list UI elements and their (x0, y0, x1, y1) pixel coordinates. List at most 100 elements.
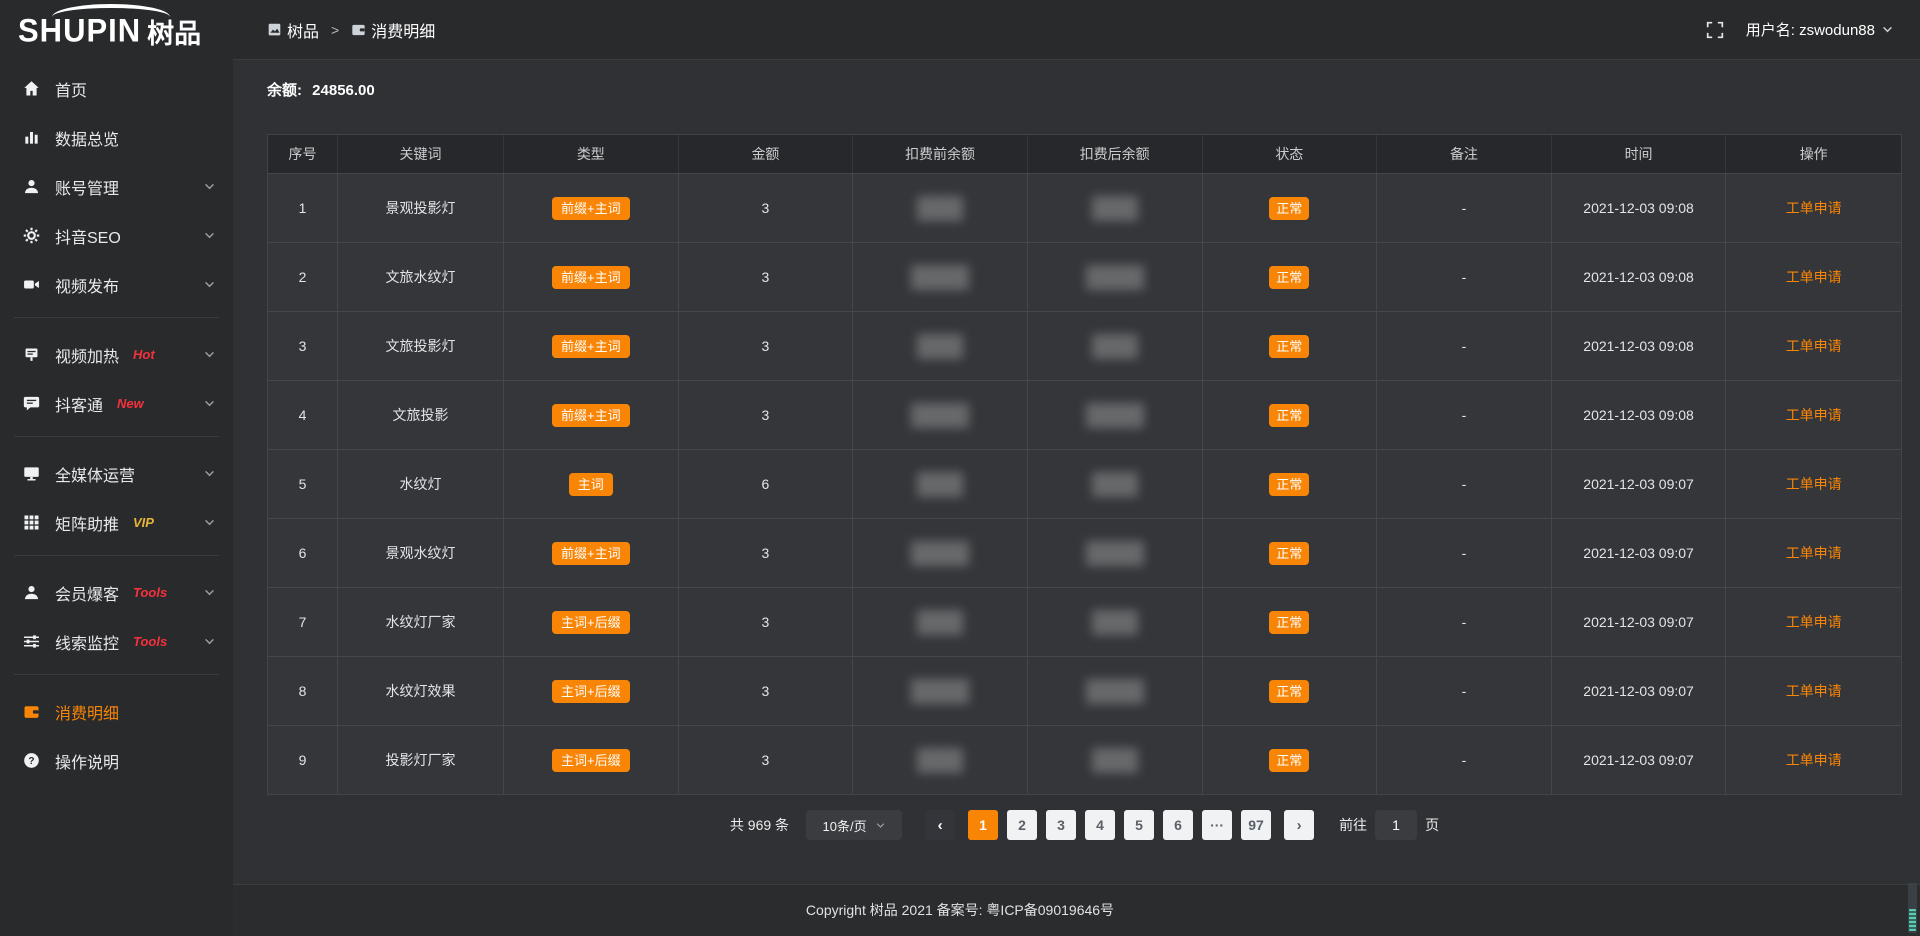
page-button[interactable]: 6 (1163, 810, 1193, 840)
menu-divider (14, 674, 219, 675)
cell-type: 主词+后缀 (504, 726, 679, 794)
top-header: 树品 > 消费明细 用户名: zswodun88 (233, 0, 1920, 60)
sidebar-item[interactable]: 会员爆客 Tools (0, 568, 233, 617)
fullscreen-button[interactable] (1706, 21, 1724, 39)
sidebar-item-label: 账号管理 (55, 175, 119, 199)
cell-keyword: 水纹灯厂家 (338, 588, 504, 656)
work-order-link[interactable]: 工单申请 (1786, 405, 1842, 425)
sidebar-item[interactable]: 抖音SEO (0, 211, 233, 260)
masked-value (917, 610, 963, 635)
masked-value (1086, 679, 1144, 704)
work-order-link[interactable]: 工单申请 (1786, 267, 1842, 287)
sidebar-item[interactable]: 首页 (0, 64, 233, 113)
heat-icon (23, 346, 40, 363)
copyright-text: Copyright 树品 2021 备案号: 粤ICP备09019646号 (806, 900, 1114, 920)
sidebar-item[interactable]: 消费明细 (0, 687, 233, 736)
frame-icon (267, 22, 282, 37)
cell-action: 工单申请 (1726, 312, 1901, 380)
cell-amount: 3 (679, 381, 854, 449)
page-button[interactable]: 3 (1046, 810, 1076, 840)
type-badge: 前缀+主词 (552, 404, 630, 427)
table-body: 1 景观投影灯 前缀+主词 3 正常 - 2 (268, 173, 1901, 794)
cell-balance-before (853, 657, 1028, 725)
table-header-cell: 状态 (1203, 135, 1378, 173)
table-header-cell: 扣费后余额 (1028, 135, 1203, 173)
chevron-down-icon (203, 180, 216, 193)
cell-balance-before (853, 726, 1028, 794)
work-order-link[interactable]: 工单申请 (1786, 336, 1842, 356)
page-button[interactable]: 1 (968, 810, 998, 840)
work-order-link[interactable]: 工单申请 (1786, 612, 1842, 632)
page-button[interactable]: ··· (1202, 810, 1232, 840)
type-badge: 主词 (569, 473, 613, 496)
page-button[interactable]: 5 (1124, 810, 1154, 840)
monitor-icon (23, 465, 40, 482)
masked-value (1092, 748, 1138, 773)
next-page-button[interactable]: › (1284, 810, 1314, 840)
sidebar-item-label: 视频发布 (55, 273, 119, 297)
sidebar-item[interactable]: 线索监控 Tools (0, 617, 233, 666)
table-header-cell: 关键词 (338, 135, 504, 173)
table-row: 2 文旅水纹灯 前缀+主词 3 正常 - 2 (268, 242, 1901, 311)
goto-page-input[interactable] (1375, 810, 1417, 840)
table-row: 3 文旅投影灯 前缀+主词 3 正常 - 2 (268, 311, 1901, 380)
cell-balance-after (1028, 657, 1203, 725)
cell-remark: - (1377, 312, 1552, 380)
sidebar-item[interactable]: 抖客通 New (0, 379, 233, 428)
user-dropdown[interactable]: 用户名: zswodun88 (1746, 19, 1894, 40)
sidebar-item[interactable]: 数据总览 (0, 113, 233, 162)
cell-status: 正常 (1203, 174, 1378, 242)
breadcrumb-current[interactable]: 消费明细 (351, 18, 435, 42)
page-button[interactable]: 2 (1007, 810, 1037, 840)
cell-type: 前缀+主词 (504, 519, 679, 587)
gear-icon (23, 227, 40, 244)
cell-action: 工单申请 (1726, 450, 1901, 518)
breadcrumb-home[interactable]: 树品 (267, 18, 319, 42)
type-badge: 前缀+主词 (552, 335, 630, 358)
prev-page-button[interactable]: ‹ (925, 810, 955, 840)
cell-remark: - (1377, 726, 1552, 794)
masked-value (911, 403, 969, 428)
wallet-icon (23, 703, 40, 720)
status-badge: 正常 (1269, 680, 1309, 703)
scrollbar-thumb[interactable] (1909, 909, 1916, 931)
chevron-down-icon (1881, 23, 1894, 36)
work-order-link[interactable]: 工单申请 (1786, 474, 1842, 494)
user-icon (23, 178, 40, 195)
chevron-down-icon (875, 820, 886, 831)
cell-action: 工单申请 (1726, 657, 1901, 725)
sidebar-item-label: 数据总览 (55, 126, 119, 150)
sidebar-item[interactable]: 视频加热 Hot (0, 330, 233, 379)
cell-index: 2 (268, 243, 338, 311)
sidebar-item[interactable]: 矩阵助推 VIP (0, 498, 233, 547)
pagination: 共 969 条 10条/页 ‹ 1 2 3 4 5 6 ··· 97 (267, 809, 1902, 841)
video-icon (23, 276, 40, 293)
cell-index: 5 (268, 450, 338, 518)
table-header-cell: 序号 (268, 135, 338, 173)
sidebar-item[interactable]: 账号管理 (0, 162, 233, 211)
sidebar-item-label: 抖音SEO (55, 224, 121, 248)
page-button[interactable]: 97 (1241, 810, 1271, 840)
balance: 余额: 24856.00 (267, 79, 1902, 101)
work-order-link[interactable]: 工单申请 (1786, 681, 1842, 701)
work-order-link[interactable]: 工单申请 (1786, 750, 1842, 770)
chevron-down-icon (203, 278, 216, 291)
masked-value (1086, 265, 1144, 290)
logo-text-en: SHUPIN (18, 12, 141, 50)
page-size-select[interactable]: 10条/页 (806, 810, 902, 840)
work-order-link[interactable]: 工单申请 (1786, 543, 1842, 563)
page-button[interactable]: 4 (1085, 810, 1115, 840)
scrollbar[interactable] (1908, 883, 1917, 933)
cell-balance-before (853, 174, 1028, 242)
sidebar-item[interactable]: 视频发布 (0, 260, 233, 309)
cell-balance-before (853, 450, 1028, 518)
sidebar-item-label: 矩阵助推 (55, 511, 119, 535)
sidebar-item[interactable]: 操作说明 (0, 736, 233, 785)
work-order-link[interactable]: 工单申请 (1786, 198, 1842, 218)
goto-label: 前往 (1339, 815, 1367, 835)
sidebar-item[interactable]: 全媒体运营 (0, 449, 233, 498)
cell-amount: 6 (679, 450, 854, 518)
chevron-down-icon (203, 516, 216, 529)
cell-balance-after (1028, 312, 1203, 380)
table-header-cell: 操作 (1726, 135, 1901, 173)
